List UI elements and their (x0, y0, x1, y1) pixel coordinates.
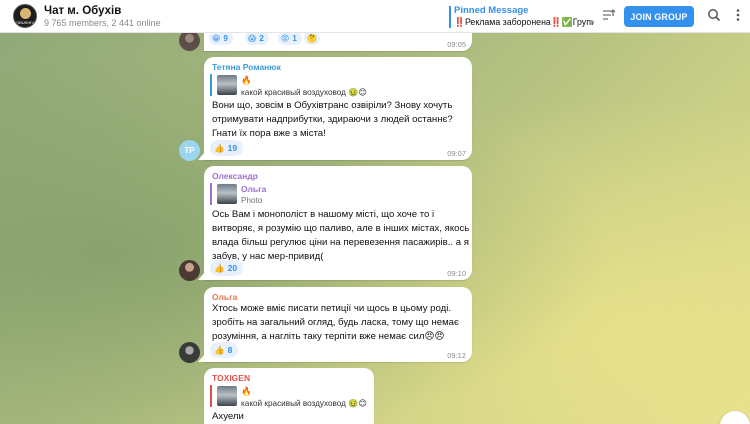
chat-avatar[interactable]: OBUKHIV (13, 4, 37, 28)
pinned-indicator (449, 6, 451, 28)
message-bubble[interactable]: Тетяна Романюк 🔥 какой красивый воздухов… (198, 57, 472, 160)
message-bubble[interactable]: Ольга Хтось може вміє писати петиції чи … (198, 287, 472, 362)
reply-author: 🔥 (241, 75, 252, 85)
message-sender[interactable]: Олександр (212, 171, 258, 181)
more-options-icon[interactable] (730, 8, 746, 24)
message-time: 09:12 (447, 351, 466, 360)
message-text: Вони що, зовсім в Обухівтранс озвіріли? … (212, 100, 453, 139)
reply-text: какой красивый воздуховод 🤢😊 (241, 399, 367, 408)
message-text: Хтось може вміє писати петиції чи щось в… (212, 303, 459, 342)
message-text: Ось Вам і монополіст в нашому місті, що … (212, 209, 470, 262)
pinned-message-text[interactable]: ‼️Реклама заборонена‼️✅Групи... (454, 17, 594, 28)
pinned-list-icon[interactable] (601, 8, 617, 24)
avatar[interactable] (179, 260, 200, 281)
search-icon[interactable] (706, 8, 722, 24)
reaction-chip[interactable]: 👍 20 (210, 260, 244, 276)
chat-member-count: 9 765 members, 2 441 online (44, 18, 161, 28)
message-sender[interactable]: Тетяна Романюк (212, 62, 281, 72)
avatar[interactable] (179, 342, 200, 363)
reply-preview[interactable]: 🔥 какой красивый воздуховод 🤢😊 (210, 74, 367, 97)
reply-author: 🔥 (241, 386, 252, 396)
message-time: 09:05 (447, 40, 466, 49)
chat-title[interactable]: Чат м. Обухів (44, 5, 121, 17)
reply-text: Photo (241, 196, 263, 205)
message-sender[interactable]: Ольга (212, 292, 237, 302)
reply-thumbnail (217, 75, 237, 95)
chat-avatar-text: OBUKHIV (15, 20, 34, 25)
message-time: 09:10 (447, 269, 466, 278)
message-text: Ахуели (212, 411, 244, 422)
reaction-chip[interactable]: 😁 9 (209, 31, 233, 45)
reaction-chip[interactable]: 😱 2 (245, 31, 269, 45)
reaction-chip[interactable]: 😡 1 (278, 31, 302, 45)
message-sender[interactable]: TOXIGEN (212, 373, 250, 383)
avatar[interactable]: TP (179, 140, 200, 161)
reply-thumbnail (217, 184, 237, 204)
reply-preview[interactable]: 🔥 какой красивый воздуховод 🤢😊 (210, 385, 367, 408)
message-bubble[interactable]: Олександр Ольга Photo Ось Вам і монополі… (198, 166, 472, 280)
reaction-chip[interactable]: 👍 19 (210, 140, 244, 156)
reaction-chip[interactable]: 👍 8 (210, 342, 239, 358)
reply-author: Ольга (241, 184, 267, 194)
thumbs-up-icon: 👍 (214, 262, 225, 273)
pinned-message-title[interactable]: Pinned Message (454, 5, 528, 16)
chat-header: OBUKHIV Чат м. Обухів 9 765 members, 2 4… (0, 0, 750, 33)
thumbs-up-icon: 👍 (214, 344, 225, 355)
reply-text: какой красивый воздуховод 🤢😊 (241, 88, 367, 97)
join-group-button[interactable]: JOIN GROUP (624, 6, 694, 27)
logo-icon (20, 8, 31, 19)
reaction-chip[interactable]: 🤔 (304, 31, 320, 45)
message-time: 09:07 (447, 149, 466, 158)
message-bubble[interactable]: TOXIGEN 🔥 какой красивый воздуховод 🤢😊 А… (204, 368, 374, 424)
reply-preview[interactable]: Ольга Photo (210, 183, 330, 205)
thumbs-up-icon: 👍 (214, 142, 225, 153)
reply-thumbnail (217, 386, 237, 406)
avatar[interactable] (179, 30, 200, 51)
